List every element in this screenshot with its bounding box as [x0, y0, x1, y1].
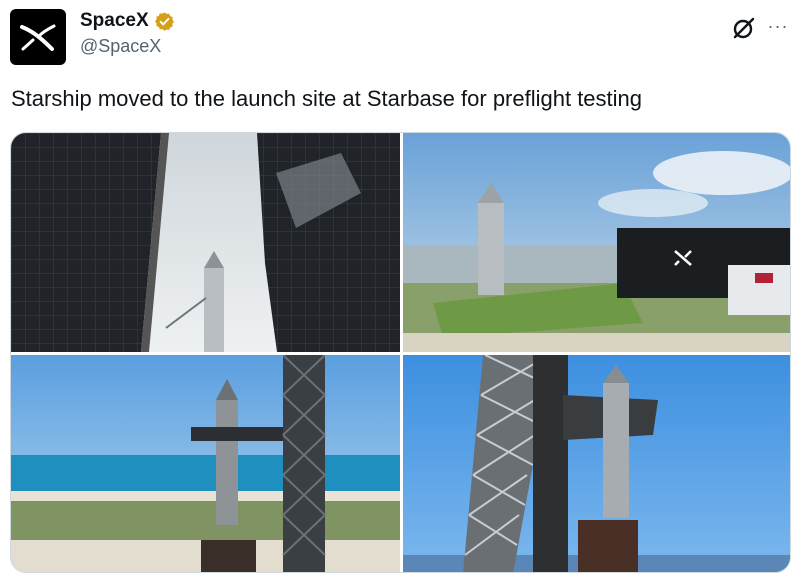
- grok-icon: [733, 17, 755, 39]
- display-name[interactable]: SpaceX: [80, 10, 149, 32]
- spacex-x-logo-icon: [20, 24, 56, 51]
- author-handle[interactable]: @SpaceX: [80, 36, 175, 57]
- media-image-3[interactable]: [11, 355, 400, 572]
- verified-badge-icon[interactable]: [154, 11, 175, 32]
- more-options-icon: ···: [767, 15, 789, 36]
- media-image-2[interactable]: [403, 133, 790, 352]
- media-grid: [10, 132, 791, 573]
- tweet-text: Starship moved to the launch site at Sta…: [11, 86, 643, 111]
- tweet-header: SpaceX @SpaceX ···: [10, 8, 790, 68]
- author-names: SpaceX @SpaceX: [80, 10, 175, 57]
- media-image-1[interactable]: [11, 133, 400, 352]
- grok-button[interactable]: [730, 14, 758, 42]
- media-image-4[interactable]: [403, 355, 790, 572]
- display-name-row: SpaceX: [80, 10, 175, 32]
- more-options-button[interactable]: ···: [764, 12, 792, 40]
- avatar[interactable]: [10, 9, 66, 65]
